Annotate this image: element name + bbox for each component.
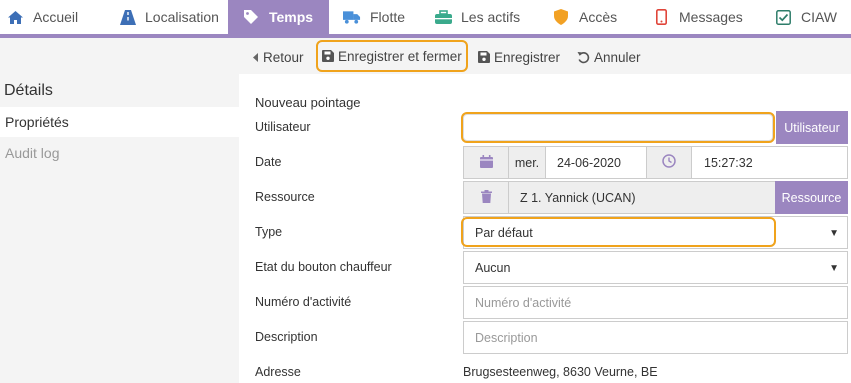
nav-label-acces: Accès — [579, 9, 618, 25]
dropdown-caret-icon: ▼ — [829, 263, 839, 274]
caret-left-icon — [253, 52, 259, 62]
driver-button-value: Aucun — [475, 260, 511, 275]
user-input[interactable] — [461, 112, 775, 143]
address-label: Adresse — [255, 365, 301, 379]
nav-item-ciaw[interactable]: CIAW — [762, 0, 851, 34]
trash-icon — [480, 189, 492, 206]
nav-label-flotte: Flotte — [370, 9, 406, 25]
nav-item-accueil[interactable]: Accueil — [0, 0, 114, 34]
date-input-value: 24-06-2020 — [557, 155, 621, 170]
nav-item-localisation[interactable]: Localisation — [114, 0, 228, 34]
floppy-disk-icon — [478, 51, 490, 63]
save-button[interactable]: Enregistrer — [478, 44, 560, 70]
description-input[interactable]: Description — [463, 321, 848, 354]
dropdown-caret-icon: ▼ — [829, 228, 839, 239]
save-and-close-button[interactable]: Enregistrer et fermer — [316, 40, 468, 72]
mobile-icon — [652, 8, 670, 26]
time-picker-button[interactable] — [646, 146, 692, 179]
cancel-button[interactable]: Annuler — [577, 44, 641, 70]
back-button-label: Retour — [263, 49, 304, 65]
clock-icon — [662, 154, 676, 171]
nav-item-temps[interactable]: Temps — [228, 0, 329, 34]
description-label: Description — [255, 330, 318, 344]
save-and-close-label: Enregistrer et fermer — [338, 48, 462, 64]
nav-label-les-actifs: Les actifs — [461, 9, 521, 25]
nav-item-messages[interactable]: Messages — [638, 0, 762, 34]
calendar-button[interactable] — [463, 146, 509, 179]
date-day-text: mer. — [514, 155, 540, 170]
date-input[interactable]: 24-06-2020 — [545, 146, 647, 179]
nav-label-accueil: Accueil — [33, 9, 79, 25]
activity-number-input[interactable]: Numéro d'activité — [463, 286, 848, 319]
nav-item-flotte[interactable]: Flotte — [329, 0, 420, 34]
user-select-button[interactable]: Utilisateur — [776, 111, 848, 144]
form-title: Nouveau pointage — [255, 95, 361, 110]
driver-button-select[interactable]: Aucun ▼ — [463, 251, 848, 284]
nav-item-les-actifs[interactable]: Les actifs — [420, 0, 538, 34]
activity-number-label: Numéro d'activité — [255, 295, 352, 309]
truck-icon — [343, 8, 361, 26]
sidebar-item-proprietes[interactable]: Propriétés — [0, 107, 239, 137]
resource-value-field: Z 1. Yannick (UCAN) — [508, 181, 776, 214]
cancel-button-label: Annuler — [594, 49, 641, 65]
resource-clear-button[interactable] — [463, 181, 509, 214]
date-day-label: mer. — [508, 146, 546, 179]
time-input[interactable]: 15:27:32 — [691, 146, 848, 179]
resource-value-text: Z 1. Yannick (UCAN) — [520, 190, 636, 205]
nav-label-localisation: Localisation — [145, 9, 219, 25]
nav-label-temps: Temps — [269, 9, 314, 25]
type-select-highlight — [461, 217, 776, 247]
nav-label-ciaw: CIAW — [800, 9, 837, 25]
driver-button-label: Etat du bouton chauffeur — [255, 260, 392, 274]
toolbar: Retour Enregistrer et fermer Enregistrer… — [239, 38, 851, 74]
top-nav: Accueil Localisation Temps Flotte Les ac… — [0, 0, 851, 34]
sidebar-heading: Détails — [4, 82, 53, 99]
resource-label: Ressource — [255, 190, 315, 204]
back-button[interactable]: Retour — [253, 44, 304, 70]
home-icon — [6, 8, 24, 26]
time-input-value: 15:27:32 — [704, 155, 753, 170]
calendar-icon — [479, 154, 493, 171]
date-label: Date — [255, 155, 282, 169]
tag-icon — [242, 8, 260, 26]
floppy-disk-icon — [322, 50, 334, 62]
resource-select-button[interactable]: Ressource — [775, 181, 848, 214]
road-icon — [120, 8, 136, 26]
sidebar-item-audit-log[interactable]: Audit log — [0, 138, 239, 168]
description-placeholder: Description — [475, 330, 538, 345]
sidebar: Détails Propriétés Audit log — [0, 38, 239, 383]
toolbox-icon — [434, 8, 452, 26]
nav-item-acces[interactable]: Accès — [538, 0, 638, 34]
undo-icon — [577, 51, 590, 64]
checkbox-icon — [776, 8, 792, 26]
type-label: Type — [255, 225, 283, 239]
activity-number-placeholder: Numéro d'activité — [475, 295, 572, 310]
address-value: Brugsesteenweg, 8630 Veurne, BE — [463, 365, 658, 379]
save-button-label: Enregistrer — [494, 49, 561, 65]
shield-icon — [552, 8, 570, 26]
user-label: Utilisateur — [255, 120, 311, 134]
nav-label-messages: Messages — [679, 9, 743, 25]
